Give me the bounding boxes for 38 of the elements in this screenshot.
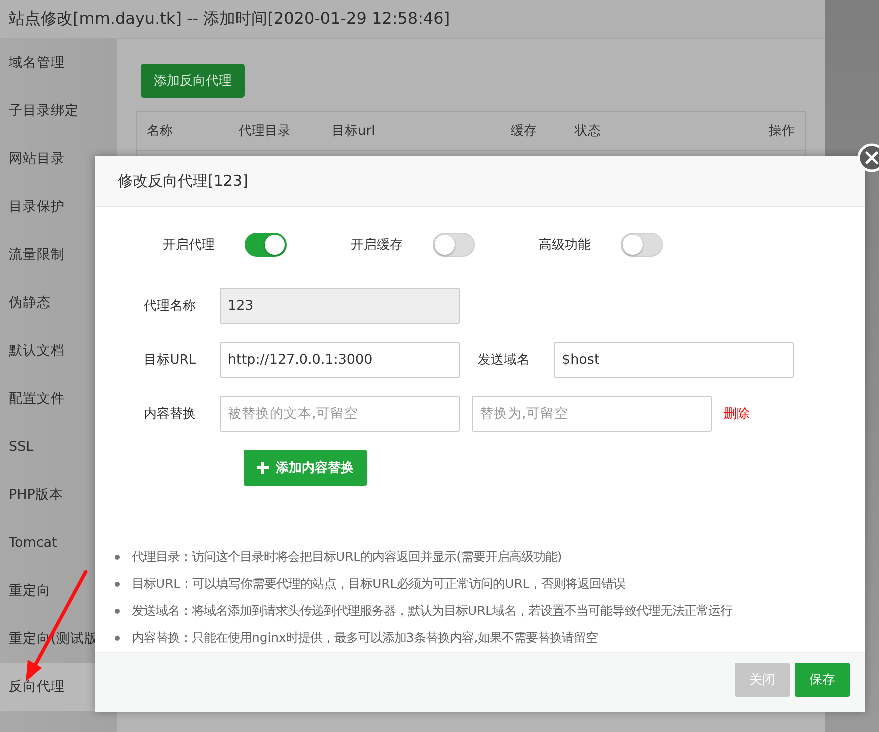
- close-icon[interactable]: [857, 143, 879, 173]
- add-replace-button[interactable]: 添加内容替换: [244, 450, 367, 486]
- switch-label: 高级功能: [539, 237, 592, 254]
- input-field[interactable]: 被替换的文本,可留空: [220, 396, 460, 432]
- bullet-icon: [115, 609, 120, 614]
- toggle-switch[interactable]: [245, 233, 287, 257]
- delete-link[interactable]: 删除: [724, 405, 750, 423]
- input-field[interactable]: 替换为,可留空: [472, 396, 712, 432]
- tip-text: 内容替换：只能在使用nginx时提供，最多可以添加3条替换内容,如果不需要替换请留空: [132, 630, 598, 647]
- field-label: 内容替换: [143, 406, 197, 423]
- tip-text: 代理目录：访问这个目录时将会把目标URL的内容返回并显示(需要开启高级功能): [132, 549, 562, 566]
- sidebar-item[interactable]: 子目录绑定: [0, 87, 117, 135]
- column-header: 缓存: [511, 123, 538, 140]
- field-label: 发送域名: [477, 352, 531, 369]
- dialog-title: 修改反向代理[123]: [118, 172, 248, 190]
- column-header: 代理目录: [239, 123, 292, 140]
- bullet-icon: [115, 636, 120, 641]
- column-header: 操作: [769, 123, 795, 140]
- toggle-switch[interactable]: [433, 233, 475, 257]
- sidebar-item[interactable]: 域名管理: [0, 39, 117, 87]
- column-header: 名称: [147, 123, 174, 140]
- plus-icon: [257, 462, 269, 474]
- switch-label: 开启代理: [163, 237, 216, 254]
- toggle-switch[interactable]: [621, 233, 663, 257]
- tip-text: 发送域名：将域名添加到请求头传递到代理服务器，默认为目标URL域名，若设置不当可能导致代理无法正常运行: [132, 603, 733, 620]
- send-domain-field[interactable]: $host: [554, 342, 794, 378]
- field-label: 目标URL: [143, 352, 197, 369]
- target-url-field[interactable]: http://127.0.0.1:3000: [220, 342, 460, 378]
- column-header: 目标url: [332, 123, 376, 140]
- column-header: 状态: [575, 123, 602, 140]
- add-proxy-button[interactable]: 添加反向代理: [141, 64, 245, 98]
- window-title: 站点修改[mm.dayu.tk] -- 添加时间[2020-01-29 12:58:46]: [9, 8, 450, 30]
- bullet-icon: [115, 582, 120, 587]
- bullet-icon: [115, 555, 120, 560]
- save-button[interactable]: 保存: [795, 663, 850, 697]
- switch-label: 开启缓存: [351, 237, 404, 254]
- tip-text: 目标URL：可以填写你需要代理的站点，目标URL必须为可正常访问的URL，否则将返回错误: [132, 576, 626, 593]
- field-label: 代理名称: [143, 298, 197, 315]
